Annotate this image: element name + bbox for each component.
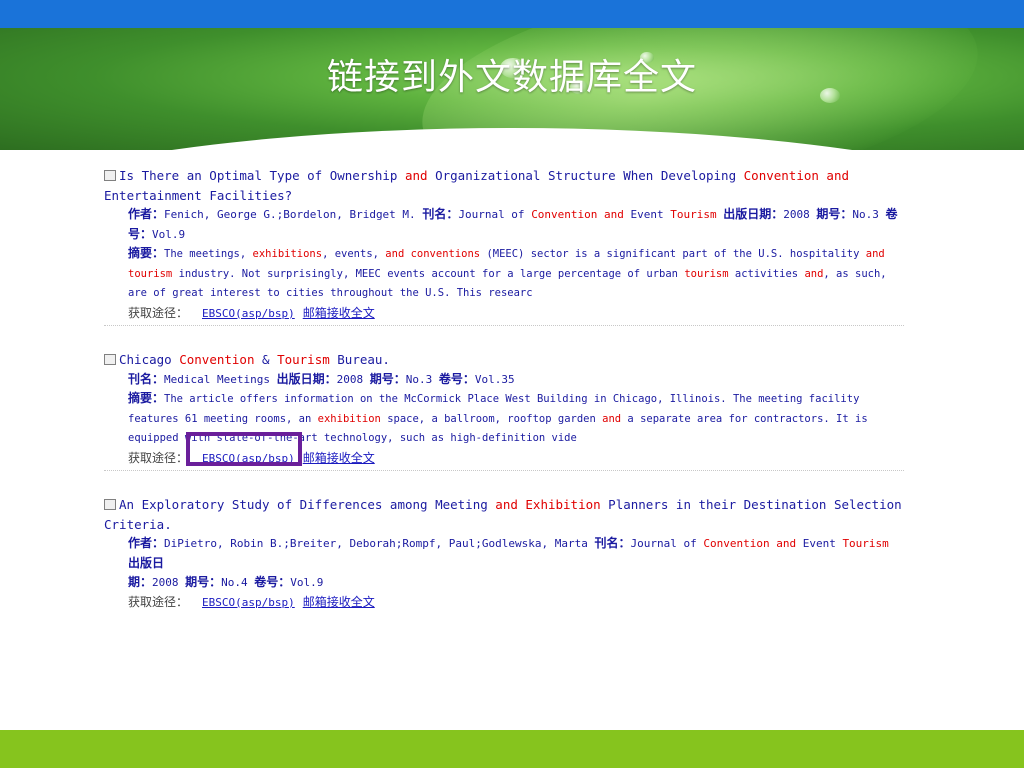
record-access: 获取途径： EBSCO(asp/bsp) 邮箱接收全文 [128, 305, 375, 320]
record-meta: 作者：Fenich, George G.;Bordelon, Bridget M… [128, 207, 898, 241]
record-meta: 刊名：Medical Meetings 出版日期：2008 期号：No.3 卷号… [128, 371, 515, 386]
email-fulltext-link[interactable]: 邮箱接收全文 [303, 306, 375, 320]
authors: Fenich, George G.;Bordelon, Bridget M. [164, 208, 416, 221]
result-record: An Exploratory Study of Differences amon… [104, 495, 904, 614]
search-results-list: Is There an Optimal Type of Ownership an… [104, 166, 904, 638]
ebsco-link[interactable]: EBSCO(asp/bsp) [202, 307, 295, 320]
slide-title: 链接到外文数据库全文 [326, 57, 697, 98]
email-fulltext-link[interactable]: 邮箱接收全文 [303, 451, 375, 465]
record-title[interactable]: An Exploratory Study of Differences amon… [104, 495, 904, 534]
record-title[interactable]: Is There an Optimal Type of Ownership an… [104, 166, 904, 205]
result-record: Is There an Optimal Type of Ownership an… [104, 166, 904, 326]
select-checkbox[interactable] [104, 170, 116, 181]
record-title[interactable]: Chicago Convention & Tourism Bureau. [104, 350, 904, 370]
link-highlight-box [186, 432, 302, 466]
bottom-green-bar [0, 730, 1024, 768]
record-abstract: 摘要：The meetings, exhibitions, events, an… [128, 246, 887, 299]
top-blue-bar [0, 0, 1024, 28]
select-checkbox[interactable] [104, 354, 116, 365]
record-meta: 作者：DiPietro, Robin B.;Breiter, Deborah;R… [128, 536, 889, 589]
record-access: 获取途径： EBSCO(asp/bsp) 邮箱接收全文 [128, 594, 375, 609]
email-fulltext-link[interactable]: 邮箱接收全文 [303, 595, 375, 609]
ebsco-link[interactable]: EBSCO(asp/bsp) [202, 596, 295, 609]
authors: DiPietro, Robin B.;Breiter, Deborah;Romp… [164, 537, 588, 550]
select-checkbox[interactable] [104, 499, 116, 510]
